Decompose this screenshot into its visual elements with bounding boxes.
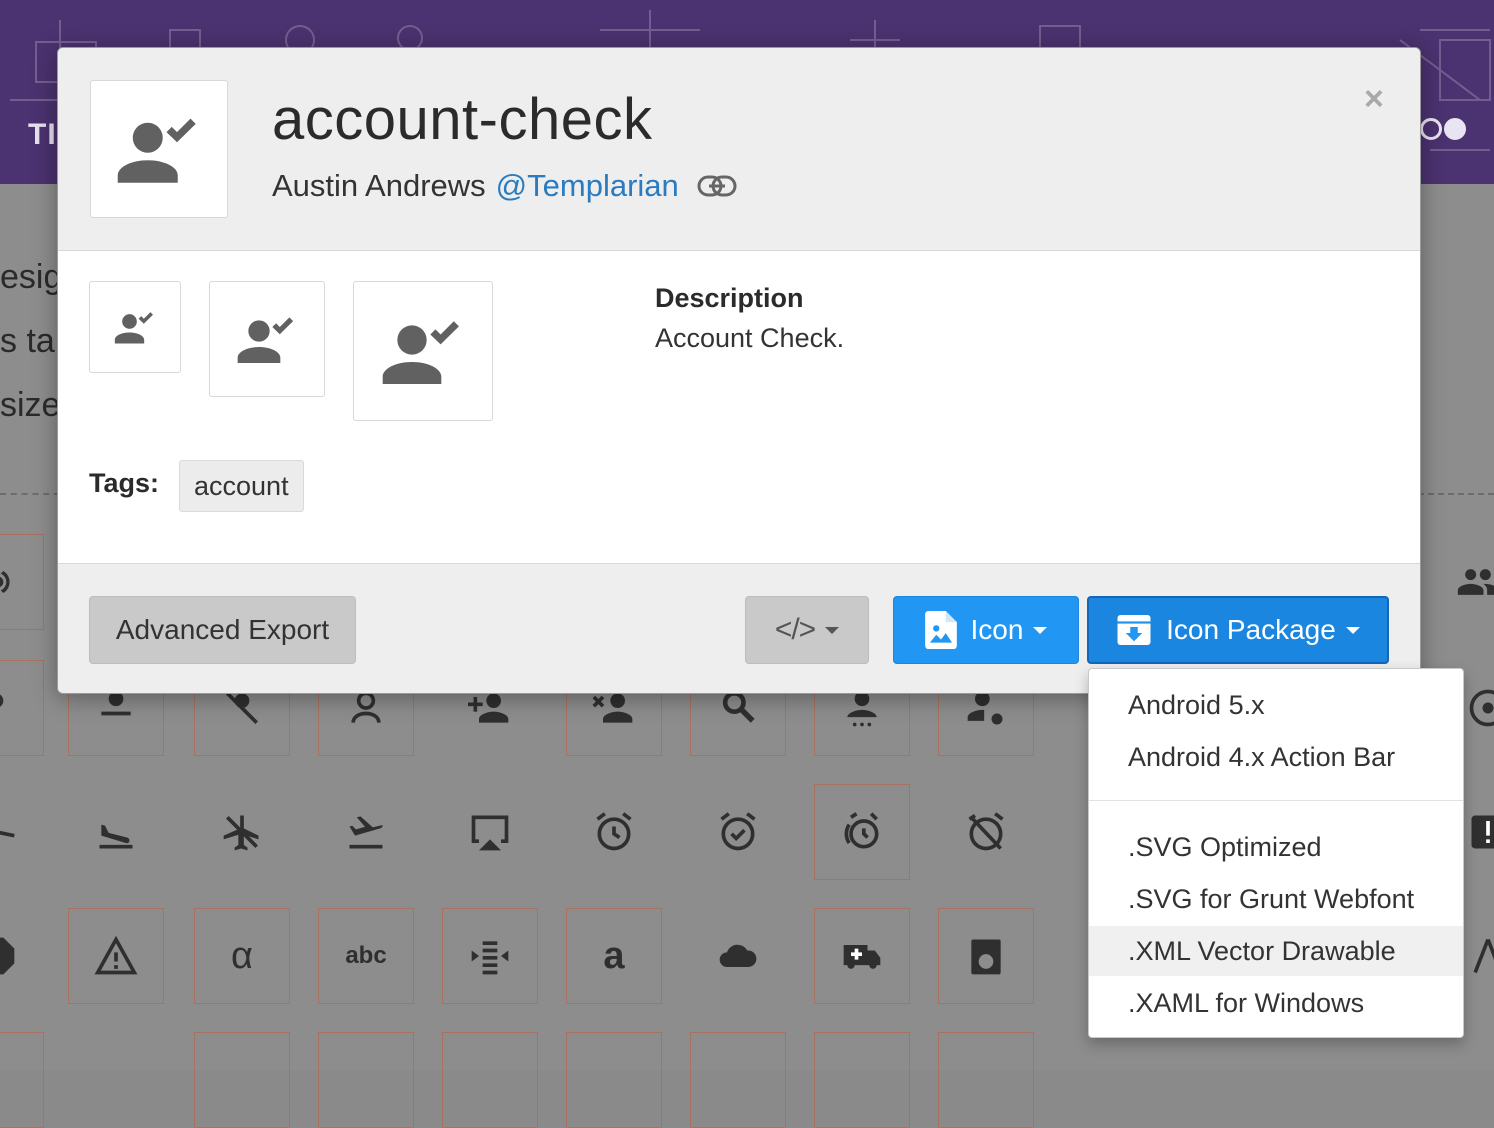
author-handle-link[interactable]: @Templarian: [496, 168, 679, 204]
download-icon-button[interactable]: Icon: [893, 596, 1079, 664]
tags-label: Tags:: [89, 468, 159, 499]
download-package-button[interactable]: Icon Package: [1087, 596, 1389, 664]
icon-preview-large: [353, 281, 493, 421]
icon-title: account-check: [272, 86, 652, 153]
package-down-icon: [1116, 612, 1152, 648]
description-text: Account Check.: [655, 323, 844, 354]
menu-item-android-4x-action-bar[interactable]: Android 4.x Action Bar: [1089, 732, 1463, 782]
code-icon: </>: [775, 613, 815, 647]
description-label: Description: [655, 283, 804, 314]
chevron-down-icon: [1346, 627, 1360, 634]
chevron-down-icon: [1033, 627, 1047, 634]
menu-item-svg-grunt-webfont[interactable]: .SVG for Grunt Webfont: [1089, 874, 1463, 924]
menu-item-android-5x[interactable]: Android 5.x: [1089, 680, 1463, 730]
account-check-icon: [113, 305, 157, 349]
menu-item-xml-vector-drawable[interactable]: .XML Vector Drawable: [1089, 926, 1463, 976]
menu-item-svg-optimized[interactable]: .SVG Optimized: [1089, 822, 1463, 872]
file-image-icon: [925, 611, 957, 649]
chevron-down-icon: [825, 627, 839, 634]
icon-package-button-label: Icon Package: [1166, 614, 1336, 646]
modal-header: account-check Austin Andrews @Templarian…: [58, 48, 1420, 251]
account-check-icon: [379, 307, 467, 395]
author-line: Austin Andrews @Templarian: [272, 168, 737, 204]
account-check-icon: [235, 307, 299, 371]
menu-item-xaml-windows[interactable]: .XAML for Windows: [1089, 978, 1463, 1028]
menu-divider: [1089, 800, 1463, 801]
account-check-icon: [114, 104, 204, 194]
icon-preview-medium: [209, 281, 325, 397]
author-name: Austin Andrews: [272, 168, 486, 204]
icon-preview-large: [90, 80, 228, 218]
icon-detail-modal: account-check Austin Andrews @Templarian…: [57, 47, 1421, 694]
close-icon[interactable]: ×: [1364, 82, 1384, 116]
icon-button-label: Icon: [971, 614, 1024, 646]
modal-body: Description Account Check. Tags: account: [58, 251, 1420, 563]
link-icon[interactable]: [697, 174, 737, 198]
advanced-export-button[interactable]: Advanced Export: [89, 596, 356, 664]
tag-account[interactable]: account: [179, 460, 304, 512]
icon-preview-small: [89, 281, 181, 373]
embed-code-button[interactable]: </>: [745, 596, 869, 664]
icon-package-dropdown: Android 5.x Android 4.x Action Bar .SVG …: [1088, 668, 1464, 1038]
